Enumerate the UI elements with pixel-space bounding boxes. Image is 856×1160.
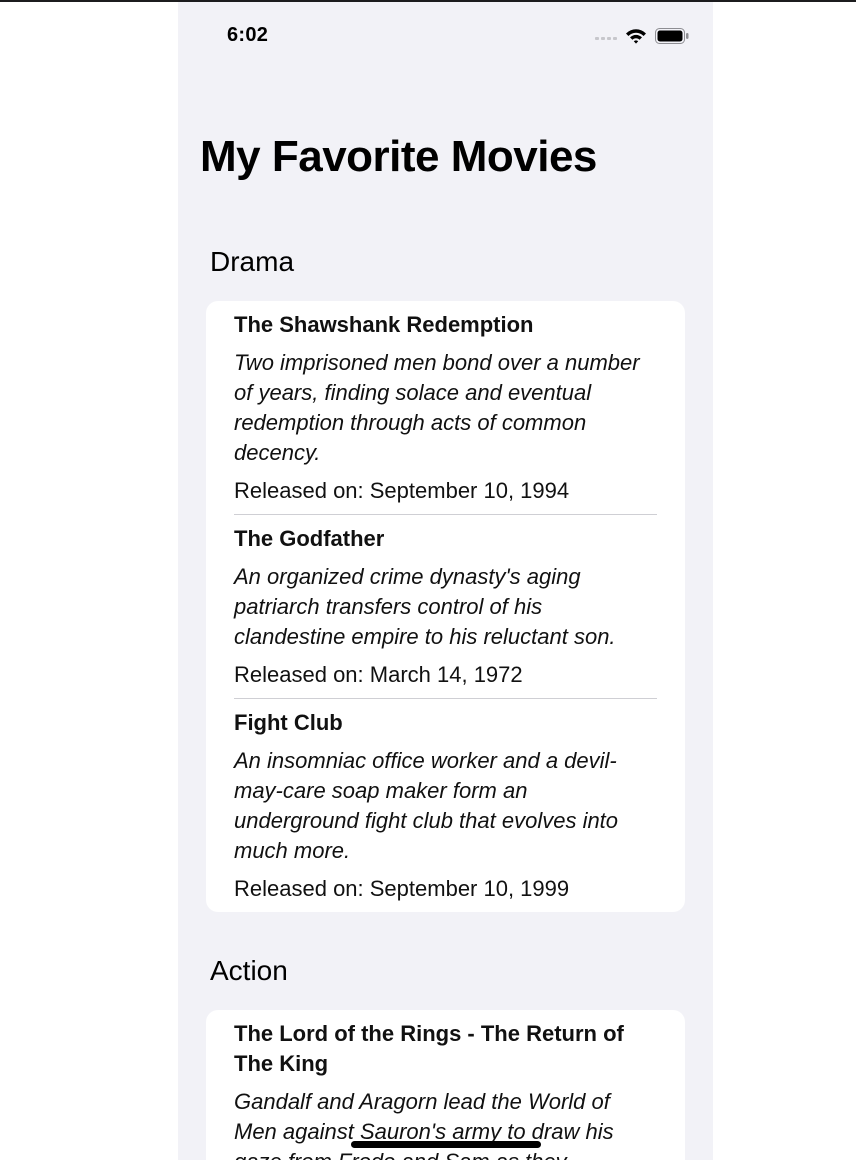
movie-description: Gandalf and Aragorn lead the World of Me… [234, 1089, 614, 1160]
status-time: 6:02 [227, 24, 269, 46]
movie-title: The Godfather [234, 526, 385, 551]
movie-title: The Lord of the Rings - The Return of Th… [234, 1021, 624, 1076]
home-indicator[interactable] [351, 1141, 541, 1148]
status-bar: 6:02 [178, 2, 713, 62]
movie-release-date: Released on: September 10, 1994 [234, 478, 570, 503]
movie-title: Fight Club [234, 710, 343, 735]
movie-release-date: Released on: March 14, 1972 [234, 662, 523, 687]
section-header-action: Action [210, 955, 288, 986]
movie-description: Two imprisoned men bond over a number of… [234, 350, 640, 465]
movie-row-return-of-the-king[interactable]: The Lord of the Rings - The Return of Th… [206, 1010, 685, 1160]
status-icons [595, 26, 689, 46]
movie-release-date: Released on: September 10, 1999 [234, 876, 570, 901]
movie-description: An organized crime dynasty's aging patri… [234, 564, 616, 649]
movie-row-godfather[interactable]: The Godfather An organized crime dynasty… [206, 515, 685, 699]
phone-screen: 6:02 My Favorite Movies Drama The Shawsh… [178, 2, 713, 1160]
movie-description: An insomniac office worker and a devil-m… [234, 748, 619, 863]
battery-icon [655, 28, 689, 44]
cellular-signal-icon [595, 37, 617, 40]
section-header-drama: Drama [210, 246, 295, 277]
movie-row-fight-club[interactable]: Fight Club An insomniac office worker an… [206, 699, 685, 912]
movie-title: The Shawshank Redemption [234, 312, 534, 337]
action-movie-list: The Lord of the Rings - The Return of Th… [206, 1010, 685, 1160]
drama-movie-list: The Shawshank Redemption Two imprisoned … [206, 301, 685, 912]
movie-row-shawshank[interactable]: The Shawshank Redemption Two imprisoned … [206, 301, 685, 515]
wifi-icon [626, 29, 646, 44]
page-title: My Favorite Movies [200, 132, 597, 181]
